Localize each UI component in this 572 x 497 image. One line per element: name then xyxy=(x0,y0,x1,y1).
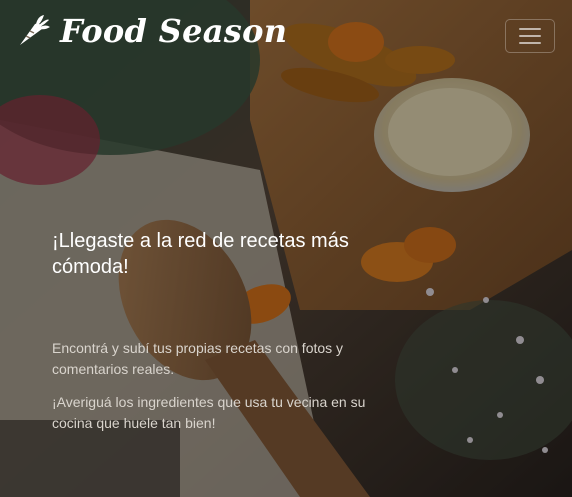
menu-toggle-button[interactable] xyxy=(505,19,555,53)
hero-section: Food Season ¡Llegaste a la red de receta… xyxy=(0,0,572,497)
navbar: Food Season xyxy=(0,0,572,66)
hero-content: ¡Llegaste a la red de recetas más cómoda… xyxy=(52,228,392,434)
hamburger-icon xyxy=(519,28,541,44)
hero-paragraph-1: Encontrá y subí tus propias recetas con … xyxy=(52,340,344,377)
hero-headline: ¡Llegaste a la red de recetas más cómoda… xyxy=(52,230,349,278)
brand-name: Food Season xyxy=(60,12,288,50)
hero-paragraph-2: ¡Averiguá los ingredientes que usa tu ve… xyxy=(52,394,366,431)
carrot-icon xyxy=(20,15,50,45)
brand-link[interactable]: Food Season xyxy=(14,11,287,51)
